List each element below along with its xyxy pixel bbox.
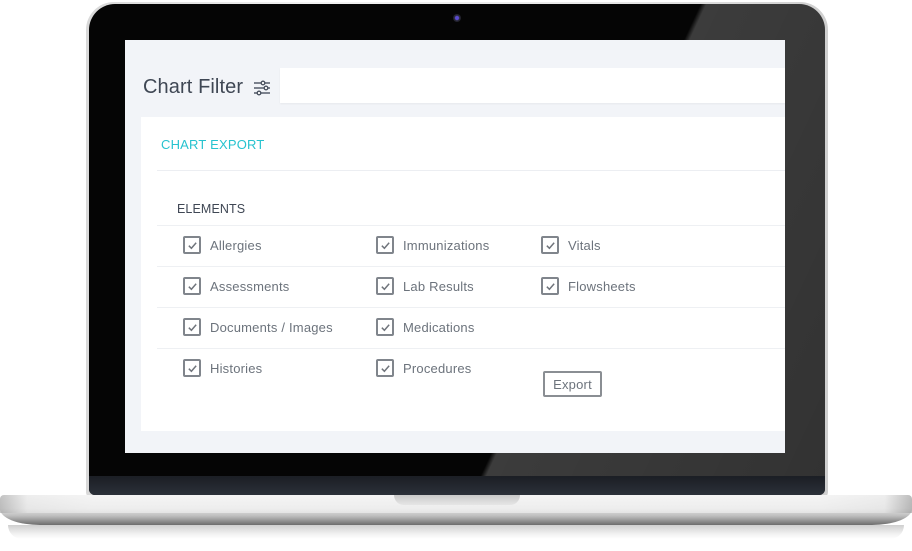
checkbox-label: Histories <box>210 360 263 376</box>
checkbox-label: Immunizations <box>403 237 490 253</box>
checkbox-immunizations[interactable]: Immunizations <box>376 236 489 254</box>
row-divider <box>157 348 785 349</box>
checkbox-checked-icon[interactable] <box>183 318 201 336</box>
checkbox-label: Documents / Images <box>210 319 333 335</box>
laptop-bezel-chin <box>89 476 825 495</box>
card-title: CHART EXPORT <box>161 137 265 152</box>
export-button[interactable]: Export <box>543 371 602 397</box>
page-title: Chart Filter <box>143 76 244 98</box>
checkbox-documents-images[interactable]: Documents / Images <box>183 318 333 336</box>
checkbox-allergies[interactable]: Allergies <box>183 236 262 254</box>
checkbox-label: Assessments <box>210 278 290 294</box>
sliders-icon[interactable] <box>253 80 271 96</box>
chart-filter-input[interactable] <box>280 68 785 103</box>
checkbox-procedures[interactable]: Procedures <box>376 359 471 377</box>
checkbox-assessments[interactable]: Assessments <box>183 277 290 295</box>
checkbox-checked-icon[interactable] <box>376 277 394 295</box>
checkbox-checked-icon[interactable] <box>376 236 394 254</box>
camera-icon <box>453 14 461 22</box>
card-divider <box>157 170 785 171</box>
row-divider <box>157 266 785 267</box>
elements-label: ELEMENTS <box>177 202 246 216</box>
checkbox-label: Procedures <box>403 360 472 376</box>
row-divider <box>157 307 785 308</box>
checkbox-label: Vitals <box>568 237 601 253</box>
laptop-notch <box>394 495 520 505</box>
checkbox-checked-icon[interactable] <box>183 236 201 254</box>
screen: Chart Filter CHART EXPORT ELEMENTS Aller… <box>125 40 785 453</box>
checkbox-label: Lab Results <box>403 278 474 294</box>
checkbox-vitals[interactable]: Vitals <box>541 236 601 254</box>
checkbox-medications[interactable]: Medications <box>376 318 475 336</box>
checkbox-flowsheets[interactable]: Flowsheets <box>541 277 636 295</box>
checkbox-checked-icon[interactable] <box>541 277 559 295</box>
laptop-foot <box>8 525 904 539</box>
checkbox-checked-icon[interactable] <box>183 359 201 377</box>
checkbox-checked-icon[interactable] <box>541 236 559 254</box>
checkbox-checked-icon[interactable] <box>376 318 394 336</box>
checkbox-lab-results[interactable]: Lab Results <box>376 277 474 295</box>
row-divider <box>157 225 785 226</box>
chart-export-card: CHART EXPORT ELEMENTS Allergies Immuniza… <box>141 117 785 431</box>
checkbox-label: Flowsheets <box>568 278 636 294</box>
checkbox-label: Allergies <box>210 237 262 253</box>
checkbox-histories[interactable]: Histories <box>183 359 262 377</box>
checkbox-label: Medications <box>403 319 475 335</box>
checkbox-checked-icon[interactable] <box>183 277 201 295</box>
checkbox-checked-icon[interactable] <box>376 359 394 377</box>
